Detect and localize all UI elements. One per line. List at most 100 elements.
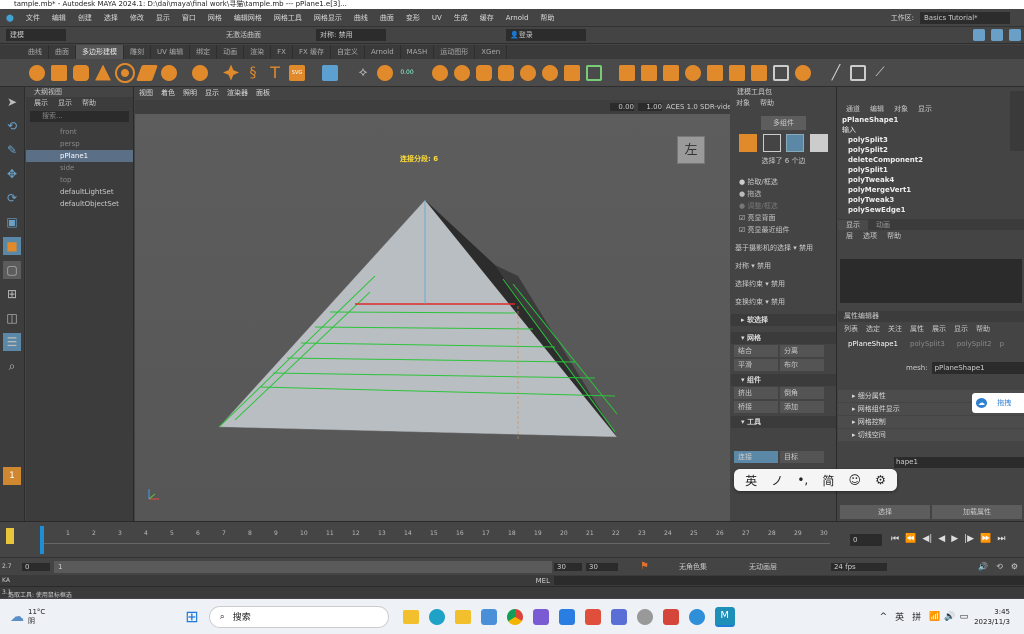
app-icon-chrome[interactable] <box>506 608 523 625</box>
connect-button[interactable]: 连接 <box>734 451 778 463</box>
volume-icon[interactable]: 🔊 <box>944 612 955 622</box>
count-icon[interactable]: 0.00 <box>399 65 415 81</box>
bevel-button[interactable]: 倒角 <box>780 387 824 399</box>
play-forward-icon[interactable]: ▶ <box>951 534 958 544</box>
input-node[interactable]: polyTweak4 <box>838 175 1024 185</box>
clock[interactable]: 3:45 2023/11/3 <box>974 607 1010 627</box>
step-back-icon[interactable]: ◀| <box>922 534 932 544</box>
vp-menu-view[interactable]: 视图 <box>135 87 157 100</box>
app-icon-maya[interactable]: M <box>714 606 735 627</box>
prefs-icon[interactable]: ⚙ <box>1011 562 1018 571</box>
poly-disc-icon[interactable] <box>161 64 177 81</box>
bridge-button[interactable]: 桥接 <box>734 401 778 413</box>
ae-menu-display[interactable]: 显示 <box>950 324 972 334</box>
extrude-button[interactable]: 挤出 <box>734 387 778 399</box>
tools-section[interactable]: ▾ 工具 <box>731 416 836 428</box>
move-tool-icon[interactable]: ✥ <box>3 165 21 183</box>
menu-generate[interactable]: 生成 <box>448 9 474 27</box>
platonic-icon[interactable] <box>192 64 208 81</box>
vertex-mode-icon[interactable] <box>762 134 781 152</box>
gamma-field[interactable]: 1.00 <box>638 103 662 111</box>
taskbar-search[interactable]: ⌕ 搜索 <box>208 605 389 628</box>
soft-select-section[interactable]: ▸ 软选择 <box>731 314 836 326</box>
vp-menu-show[interactable]: 显示 <box>201 87 223 100</box>
scale-tool-icon[interactable]: ▣ <box>3 213 21 231</box>
lasso-tool-icon[interactable]: ⟲ <box>3 117 21 135</box>
channel-menu-object[interactable]: 对象 <box>889 104 913 114</box>
side-drag-button[interactable]: ☁ 拖拽 <box>972 393 1024 413</box>
layout-outliner-icon[interactable]: ☰ <box>3 333 21 351</box>
input-node[interactable]: deleteComponent2 <box>838 155 1024 165</box>
start-button[interactable]: ⊞ <box>185 607 198 626</box>
boolean-icon[interactable] <box>520 64 536 81</box>
shelf-tab-surfaces[interactable]: 曲面 <box>49 45 76 59</box>
edge-mode-icon[interactable] <box>786 134 805 152</box>
wedge-icon[interactable] <box>773 64 789 81</box>
ae-shape-field[interactable]: hape1 <box>894 457 1024 468</box>
layer-tab-display[interactable]: 显示 <box>838 219 868 230</box>
multi-component-button[interactable]: 多组件 <box>761 116 806 130</box>
ae-tab-polysplit3[interactable]: polySplit3 <box>904 340 951 348</box>
ime-lang[interactable]: 英 <box>745 472 757 489</box>
toolkit-menu-object[interactable]: 对象 <box>731 98 755 108</box>
menu-surfaces[interactable]: 曲面 <box>374 9 400 27</box>
paint-select-icon[interactable]: ✎ <box>3 141 21 159</box>
layer-tab-anim[interactable]: 动画 <box>868 220 898 230</box>
shelf-tab-fx-caching[interactable]: FX 缓存 <box>293 45 332 59</box>
live-surface-field[interactable]: 无激活曲面 <box>226 30 276 40</box>
shelf-tab-curves[interactable]: 曲线 <box>22 45 49 59</box>
channel-object-name[interactable]: pPlaneShape1 <box>838 115 1024 125</box>
ae-menu-selected[interactable]: 选定 <box>862 324 884 334</box>
layer-menu-options[interactable]: 选项 <box>858 231 882 241</box>
shelf-tab-arnold[interactable]: Arnold <box>365 45 401 59</box>
object-mode-icon[interactable] <box>739 134 757 152</box>
separate-icon[interactable] <box>454 64 470 81</box>
menu-create[interactable]: 创建 <box>72 9 98 27</box>
uv-unfold-icon[interactable]: ⟋ <box>872 65 888 81</box>
insert-loop-icon[interactable] <box>729 64 745 81</box>
ae-menu-help[interactable]: 帮助 <box>972 324 994 334</box>
menu-arnold[interactable]: Arnold <box>500 9 535 27</box>
menu-edit-mesh[interactable]: 编辑网格 <box>228 9 268 27</box>
types-icon[interactable] <box>322 64 338 81</box>
mesh-name-field[interactable]: pPlaneShape1 <box>931 362 1024 374</box>
tray-chevron-icon[interactable]: ^ <box>880 612 888 622</box>
fps-select[interactable]: 24 fps <box>830 562 887 571</box>
shelf-tab-uv-editing[interactable]: UV 编辑 <box>151 45 191 59</box>
audio-icon[interactable]: 🔊 <box>978 562 988 571</box>
symmetry-select[interactable]: 对称: 禁用 <box>316 29 386 41</box>
app-icon-files[interactable] <box>402 609 419 624</box>
ime-simplified[interactable]: 简 <box>822 472 834 489</box>
outliner-menu-display[interactable]: 显示 <box>53 98 77 108</box>
ae-tab-more[interactable]: p <box>998 340 1006 348</box>
ae-menu-show[interactable]: 展示 <box>928 324 950 334</box>
vp-menu-shading[interactable]: 着色 <box>157 87 179 100</box>
colorspace-select[interactable]: ACES 1.0 SDR-vide <box>666 103 730 111</box>
app-icon-app7[interactable] <box>558 608 575 625</box>
combine-button[interactable]: 结合 <box>734 345 778 357</box>
svg-icon[interactable]: SVG <box>289 64 305 81</box>
step-forward-key-icon[interactable]: ⏩ <box>980 534 991 544</box>
time-slider[interactable]: 0123456789101112131415161718192021222324… <box>0 521 1024 557</box>
current-frame-marker[interactable] <box>40 526 44 554</box>
ime-moon-icon[interactable]: ノ <box>771 472 783 489</box>
offset-loop-icon[interactable] <box>707 64 723 81</box>
uv-icon[interactable] <box>795 64 811 81</box>
shelf-tab-motion-graphics[interactable]: 运动图形 <box>434 45 476 59</box>
transform-constraint-row[interactable]: 变换约束 ▾ 禁用 <box>731 296 836 308</box>
mesh-section[interactable]: ▾ 网格 <box>731 332 836 344</box>
menu-mesh[interactable]: 网格 <box>202 9 228 27</box>
fill-hole-icon[interactable] <box>542 64 558 81</box>
channel-menu-show[interactable]: 显示 <box>913 104 937 114</box>
range-slider[interactable]: 1 <box>54 560 552 573</box>
ae-select-button[interactable]: 选择 <box>840 505 930 519</box>
shelf-tab-xgen[interactable]: XGen <box>475 45 508 59</box>
ae-menu-focus[interactable]: 关注 <box>884 324 906 334</box>
menu-mesh-tools[interactable]: 网格工具 <box>268 9 308 27</box>
layer-menu-layers[interactable]: 层 <box>838 231 858 241</box>
app-icon-app8[interactable] <box>584 608 601 625</box>
play-back-icon[interactable]: ◀ <box>938 534 945 544</box>
ae-menu-list[interactable]: 列表 <box>838 324 862 334</box>
ae-tab-polysplit2[interactable]: polySplit2 <box>951 340 998 348</box>
outliner-item-side[interactable]: side <box>26 162 133 174</box>
